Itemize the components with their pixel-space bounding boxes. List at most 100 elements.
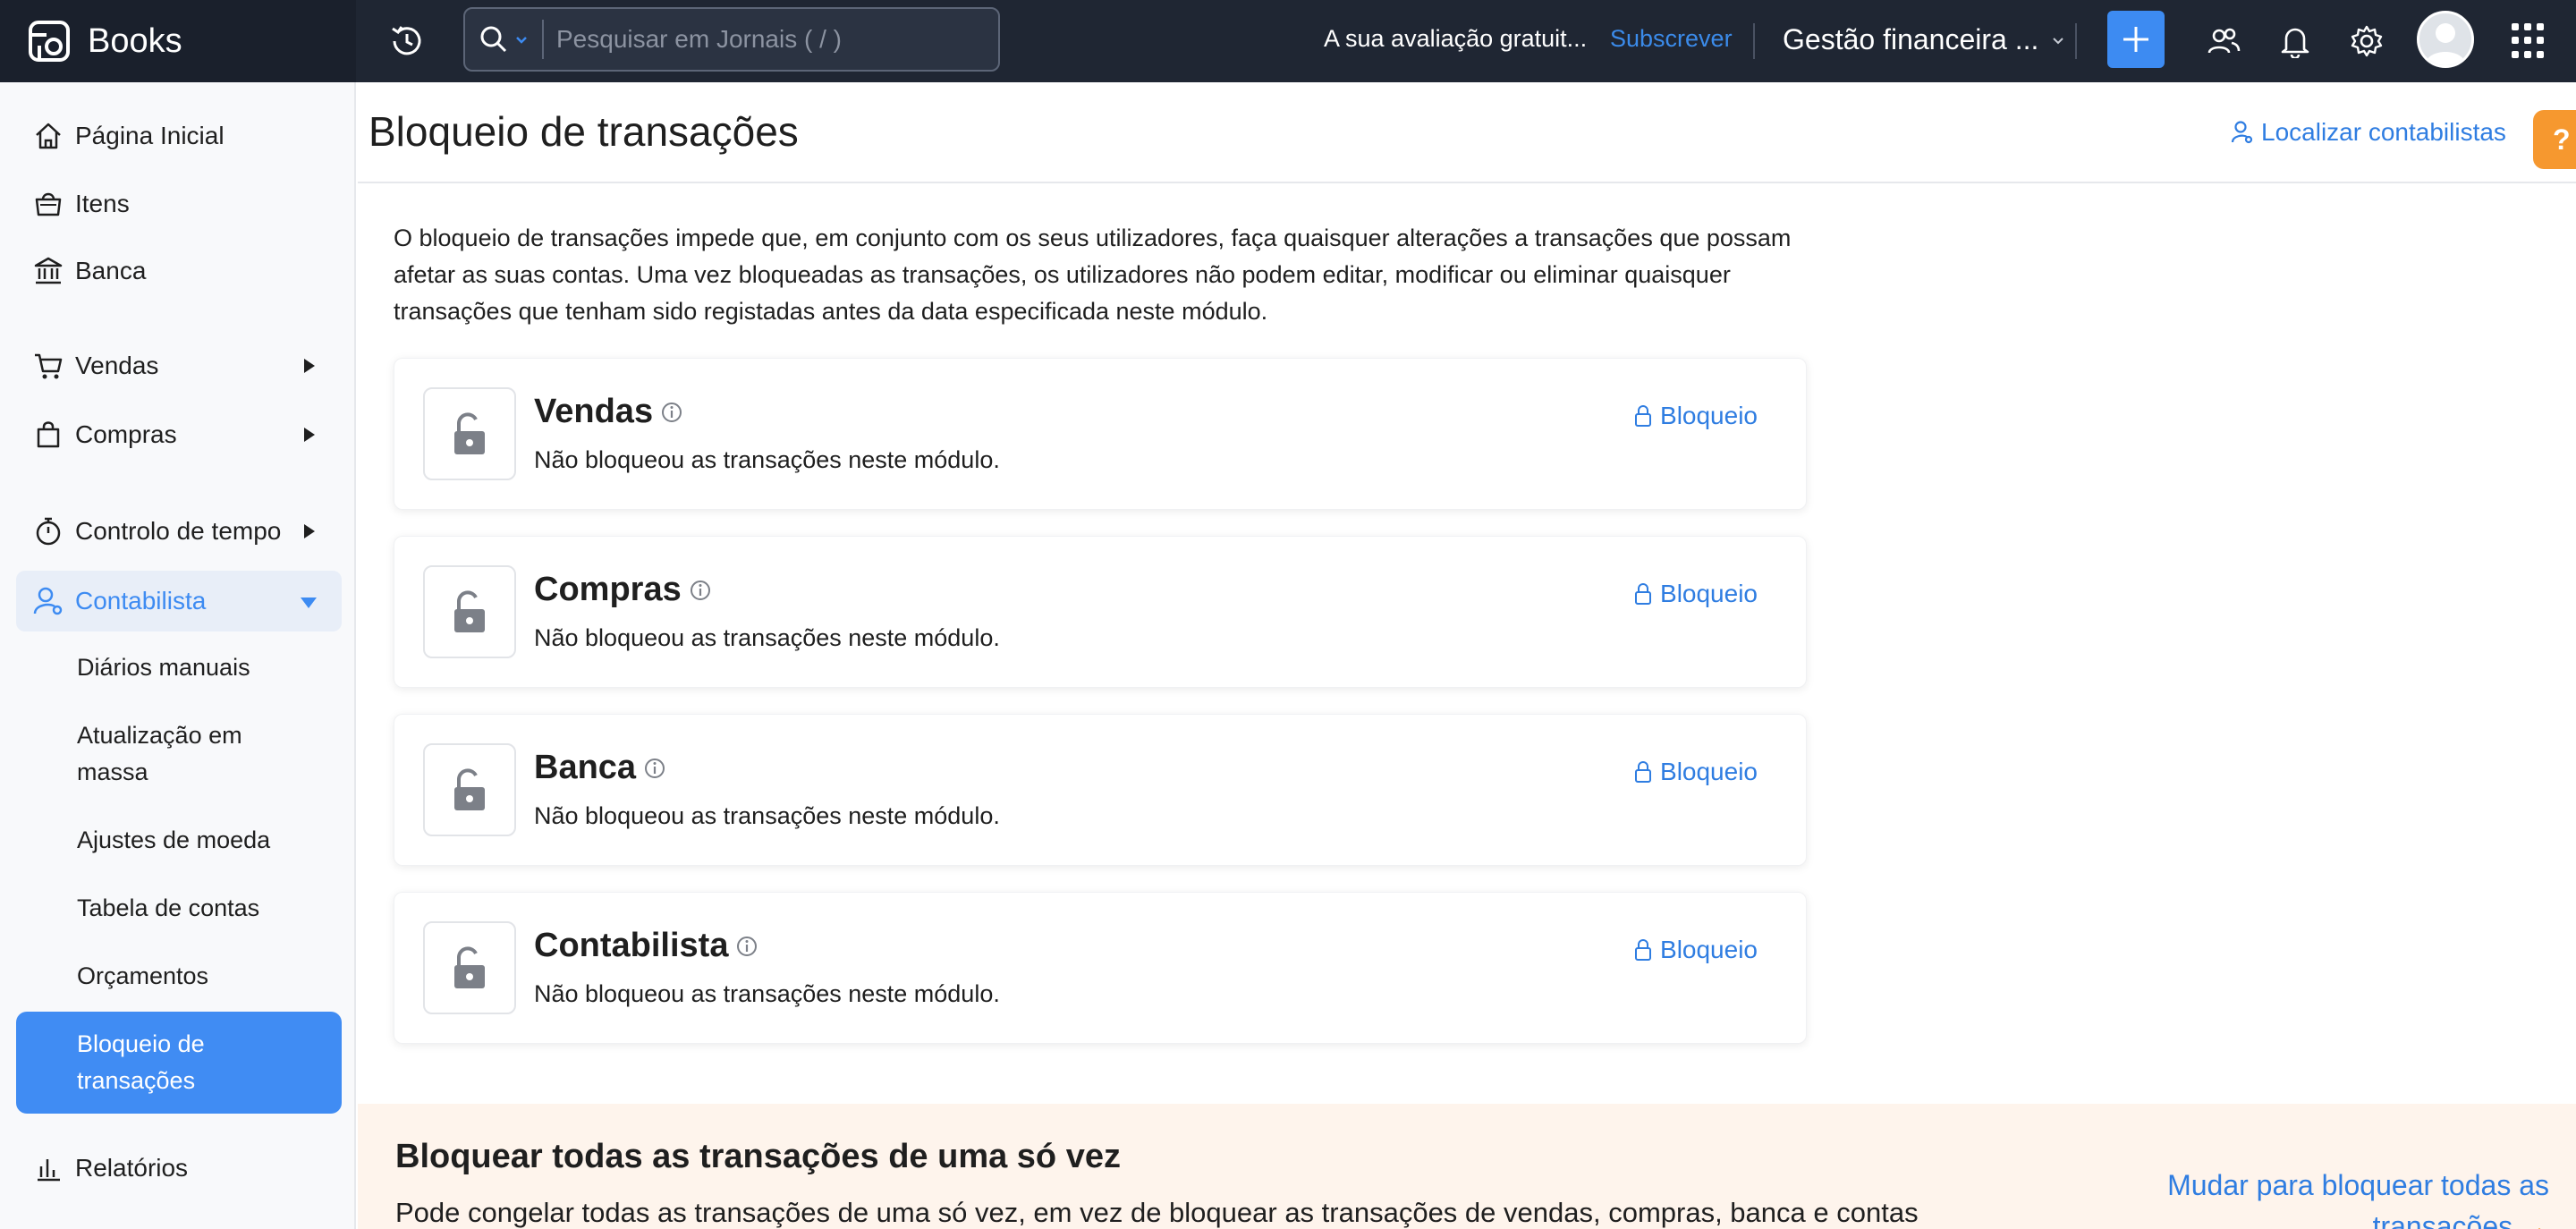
info-icon[interactable] <box>689 579 712 602</box>
sidebar-item-label: Compras <box>75 420 177 448</box>
find-accountants-link[interactable]: Localizar contabilistas <box>2231 118 2506 147</box>
module-card-sales: Vendas Não bloqueou as transações neste … <box>394 358 1807 510</box>
search-icon <box>480 26 507 53</box>
unlocked-icon <box>423 387 516 480</box>
search-input[interactable] <box>544 25 973 54</box>
chevron-down-icon <box>2053 37 2064 44</box>
caret-right-icon <box>304 359 315 373</box>
sidebar-item-purchases[interactable]: Compras <box>16 404 342 465</box>
module-title: Contabilista <box>534 927 758 965</box>
unlocked-icon <box>423 921 516 1014</box>
caret-down-icon <box>301 598 317 608</box>
arrow-right-icon: → <box>2521 1210 2549 1229</box>
referral-users-icon[interactable] <box>2204 21 2243 61</box>
module-status: Não bloqueou as transações neste módulo. <box>534 446 1000 473</box>
module-title-text: Banca <box>534 749 637 786</box>
caret-right-icon <box>304 524 315 538</box>
books-logo-icon <box>29 21 70 62</box>
sidebar-item-reports[interactable]: Relatórios <box>16 1138 342 1199</box>
sidebar-subitem-chart-of-accounts[interactable]: Tabela de contas <box>16 890 342 927</box>
sidebar-subitem-budgets[interactable]: Orçamentos <box>16 958 342 995</box>
sidebar-item-banking[interactable]: Banca <box>16 241 342 301</box>
info-icon[interactable] <box>660 401 683 424</box>
lock-icon <box>1635 939 1652 961</box>
bulk-lock-description: Pode congelar todas as transações de uma… <box>395 1197 1919 1228</box>
help-tab[interactable]: ? <box>2533 110 2576 169</box>
module-title-text: Vendas <box>534 393 654 430</box>
plus-icon <box>2123 27 2148 52</box>
app-name: Books <box>88 21 182 60</box>
sidebar-subitem-transaction-locking[interactable]: Bloqueio de transações <box>16 1012 342 1114</box>
trial-notice: A sua avaliação gratuit... <box>1324 25 1588 52</box>
organization-name: Gestão financeira ... <box>1783 23 2039 55</box>
page-header: Bloqueio de transações Localizar contabi… <box>358 82 2576 183</box>
user-avatar-icon <box>2425 23 2466 65</box>
sidebar-item-accountant[interactable]: Contabilista <box>16 571 342 631</box>
module-card-purchases: Compras Não bloqueou as transações neste… <box>394 536 1807 688</box>
user-avatar[interactable] <box>2417 11 2474 68</box>
caret-right-icon <box>304 428 315 442</box>
bank-icon <box>34 257 63 284</box>
bag-icon <box>37 421 60 448</box>
lock-icon <box>1635 761 1652 783</box>
lock-accountant-button[interactable]: Bloqueio <box>1633 936 1758 964</box>
unlocked-icon <box>423 565 516 658</box>
cart-icon <box>35 353 63 379</box>
chevron-down-icon <box>516 37 527 44</box>
sidebar-item-time-tracking[interactable]: Controlo de tempo <box>16 501 342 562</box>
accountant-icon <box>33 587 63 615</box>
lock-label: Bloqueio <box>1660 936 1758 963</box>
find-accountants-label: Localizar contabilistas <box>2261 118 2506 146</box>
lock-purchases-button[interactable]: Bloqueio <box>1633 580 1758 608</box>
bell-icon[interactable] <box>2275 21 2315 61</box>
module-title: Banca <box>534 749 666 787</box>
reports-icon <box>38 1159 60 1182</box>
sidebar-subitem-manual-journals[interactable]: Diários manuais <box>16 649 342 686</box>
sidebar-item-sales[interactable]: Vendas <box>16 335 342 396</box>
lock-label: Bloqueio <box>1660 580 1758 607</box>
page-title: Bloqueio de transações <box>369 108 799 155</box>
top-bar: Books A sua avaliação gratuit... Subscre… <box>0 0 2576 82</box>
sidebar-subitem-bulk-update[interactable]: Atualização em massa <box>16 717 311 791</box>
quick-create-button[interactable] <box>2107 11 2165 68</box>
module-card-accountant: Contabilista Não bloqueou as transações … <box>394 892 1807 1044</box>
home-icon <box>36 123 61 149</box>
intro-text: O bloqueio de transações impede que, em … <box>394 225 1792 325</box>
module-title: Vendas <box>534 393 683 431</box>
switch-to-bulk-lock-link[interactable]: Mudar para bloquear todas as transações … <box>2147 1165 2549 1229</box>
brand[interactable]: Books <box>0 0 356 82</box>
bulk-lock-panel: Bloquear todas as transações de uma só v… <box>358 1104 2576 1229</box>
info-icon[interactable] <box>643 757 666 780</box>
module-title-text: Compras <box>534 571 682 608</box>
basket-icon <box>35 192 62 216</box>
sidebar-item-label: Controlo de tempo <box>75 517 282 545</box>
lock-sales-button[interactable]: Bloqueio <box>1633 402 1758 430</box>
stopwatch-icon <box>36 517 61 546</box>
module-status: Não bloqueou as transações neste módulo. <box>534 980 1000 1007</box>
sidebar-subitem-currency-adjustments[interactable]: Ajustes de moeda <box>16 822 342 859</box>
switch-to-bulk-lock-label: Mudar para bloquear todas as transações <box>2167 1169 2549 1229</box>
info-icon[interactable] <box>735 935 758 958</box>
module-status: Não bloqueou as transações neste módulo. <box>534 802 1000 829</box>
sidebar-item-label: Relatórios <box>75 1154 189 1182</box>
lock-banking-button[interactable]: Bloqueio <box>1633 758 1758 786</box>
module-card-banking: Banca Não bloqueou as transações neste m… <box>394 714 1807 866</box>
sidebar-item-label: Página Inicial <box>75 122 225 149</box>
lock-label: Bloqueio <box>1660 402 1758 429</box>
recent-history-icon[interactable] <box>387 21 427 61</box>
sidebar-item-label: Contabilista <box>75 587 207 614</box>
subscribe-link[interactable]: Subscrever <box>1610 25 1733 53</box>
organization-switcher[interactable]: Gestão financeira ... <box>1783 23 2065 56</box>
app-launcher-icon[interactable] <box>2512 23 2547 59</box>
sidebar-item-items[interactable]: Itens <box>16 174 342 234</box>
sidebar-item-home[interactable]: Página Inicial <box>16 106 342 166</box>
search-scope-selector[interactable] <box>465 20 544 59</box>
gear-icon[interactable] <box>2347 21 2386 61</box>
sidebar-item-label: Banca <box>75 257 147 284</box>
search-box <box>463 7 1000 72</box>
sidebar-item-label: Itens <box>75 190 130 217</box>
lock-icon <box>1635 405 1652 427</box>
divider <box>2075 23 2077 59</box>
lock-icon <box>1635 583 1652 605</box>
sidebar: Página Inicial Itens Banca Vendas Compra… <box>0 82 356 1229</box>
